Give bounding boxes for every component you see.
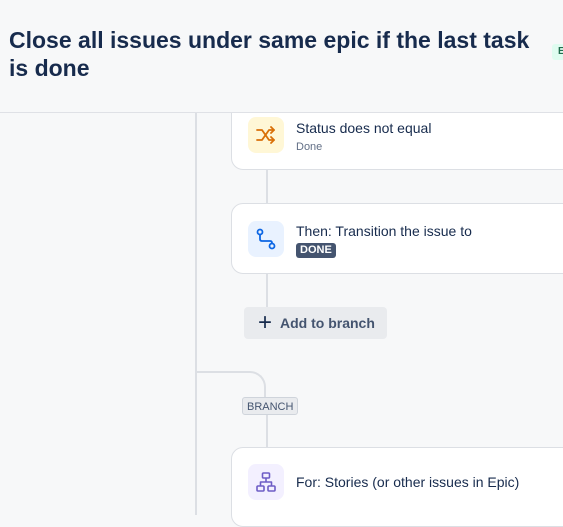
condition-value: Done	[296, 141, 323, 153]
plus-icon: +	[258, 309, 273, 336]
condition-title: Status does not equal	[296, 120, 432, 136]
hierarchy-icon	[248, 464, 284, 500]
transition-icon	[248, 221, 284, 257]
main-flow-line	[195, 112, 197, 515]
branch-connector-line	[266, 168, 268, 205]
action-card[interactable]: Then: Transition the issue to DONE	[231, 203, 563, 274]
action-title: Then: Transition the issue to	[296, 223, 472, 239]
rule-title: Close all issues under same epic if the …	[9, 27, 530, 81]
shuffle-icon	[248, 117, 284, 153]
status-lozenge-done: DONE	[296, 243, 336, 258]
rule-status-badge: EN	[552, 44, 563, 60]
branch-title: For: Stories (or other issues in Epic)	[296, 474, 520, 490]
branch-connector-line	[266, 272, 268, 308]
add-to-branch-label: Add to branch	[280, 315, 375, 331]
rule-header: Close all issues under same epic if the …	[0, 0, 563, 113]
branch-card[interactable]: For: Stories (or other issues in Epic)	[231, 447, 563, 527]
branch-connector-line	[266, 411, 268, 449]
branch-tag: BRANCH	[242, 397, 299, 415]
add-to-branch-button[interactable]: + Add to branch	[244, 307, 387, 339]
